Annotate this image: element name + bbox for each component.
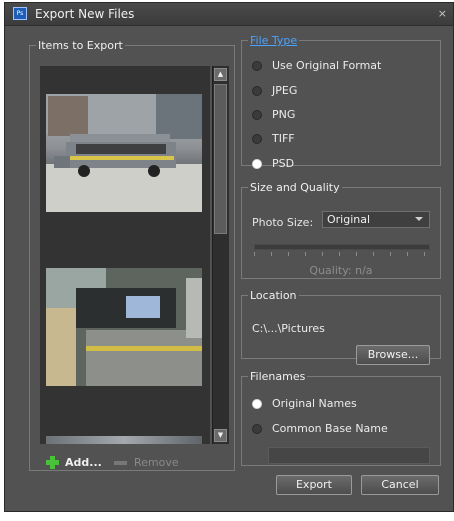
photo-size-label: Photo Size: (252, 216, 314, 229)
radio-jpeg[interactable]: JPEG (252, 84, 297, 97)
remove-button-label: Remove (134, 456, 179, 469)
add-button[interactable]: Add... (46, 456, 102, 469)
browse-button[interactable]: Browse... (356, 345, 430, 365)
jeepney-photo (46, 94, 202, 212)
thumbnail-jeepney-street[interactable] (46, 94, 202, 212)
file-type-group: File Type Use Original Format JPEG PNG T… (241, 34, 441, 170)
chevron-down-icon (415, 217, 423, 221)
size-and-quality-legend: Size and Quality (250, 181, 340, 194)
items-to-export-legend: Items to Export (38, 39, 123, 52)
photo-size-value: Original (327, 213, 371, 226)
radio-use-original-format[interactable]: Use Original Format (252, 59, 381, 72)
thumbnail-partial[interactable] (46, 436, 202, 444)
location-group: Location C:\...\Pictures Browse... (241, 289, 441, 365)
radio-indicator[interactable] (252, 423, 262, 434)
quality-status: Quality: n/a (309, 264, 373, 277)
base-name-input[interactable] (268, 447, 430, 464)
dialog-title: Export New Files (35, 7, 135, 21)
filenames-legend: Filenames (250, 370, 306, 383)
cancel-button[interactable]: Cancel (361, 475, 439, 495)
quality-slider-ticks (254, 252, 430, 256)
thumbnail-list[interactable] (40, 66, 210, 444)
quality-slider (254, 244, 430, 250)
scroll-up-icon[interactable]: ▲ (214, 68, 227, 81)
title-bar[interactable]: Ps Export New Files × (5, 3, 453, 26)
export-dialog: Ps Export New Files × Items to Export ▲ … (4, 2, 454, 512)
export-button[interactable]: Export (276, 475, 352, 495)
radio-original-names[interactable]: Original Names (252, 397, 357, 410)
thumbnail-scrollbar[interactable]: ▲ ▼ (212, 66, 229, 444)
close-icon[interactable]: × (438, 7, 447, 20)
location-path: C:\...\Pictures (252, 322, 325, 335)
radio-indicator-selected[interactable] (252, 398, 262, 409)
plus-icon (46, 456, 59, 469)
radio-indicator[interactable] (252, 85, 262, 96)
minus-icon (114, 460, 127, 465)
filenames-group: Filenames Original Names Common Base Nam… (241, 370, 441, 466)
scroll-thumb[interactable] (214, 84, 227, 234)
add-button-label: Add... (65, 456, 102, 469)
items-to-export-group: Items to Export ▲ ▼ Add... Remove (29, 39, 235, 471)
photo-size-select[interactable]: Original (322, 211, 430, 228)
radio-indicator[interactable] (252, 109, 262, 120)
location-legend: Location (250, 289, 297, 302)
file-type-legend[interactable]: File Type (248, 34, 299, 47)
radio-psd[interactable]: PSD (252, 157, 294, 170)
radio-indicator-selected[interactable] (252, 158, 262, 169)
app-icon: Ps (13, 7, 27, 20)
remove-button[interactable]: Remove (114, 456, 179, 469)
jeepney-interior-photo (46, 268, 202, 386)
scroll-down-icon[interactable]: ▼ (214, 429, 227, 442)
size-and-quality-group: Size and Quality Photo Size: Original Qu… (241, 181, 441, 279)
radio-common-base-name[interactable]: Common Base Name (252, 422, 388, 435)
radio-indicator[interactable] (252, 60, 262, 71)
radio-png[interactable]: PNG (252, 108, 295, 121)
radio-indicator[interactable] (252, 133, 262, 144)
thumbnail-jeepney-interior[interactable] (46, 268, 202, 386)
radio-tiff[interactable]: TIFF (252, 132, 295, 145)
